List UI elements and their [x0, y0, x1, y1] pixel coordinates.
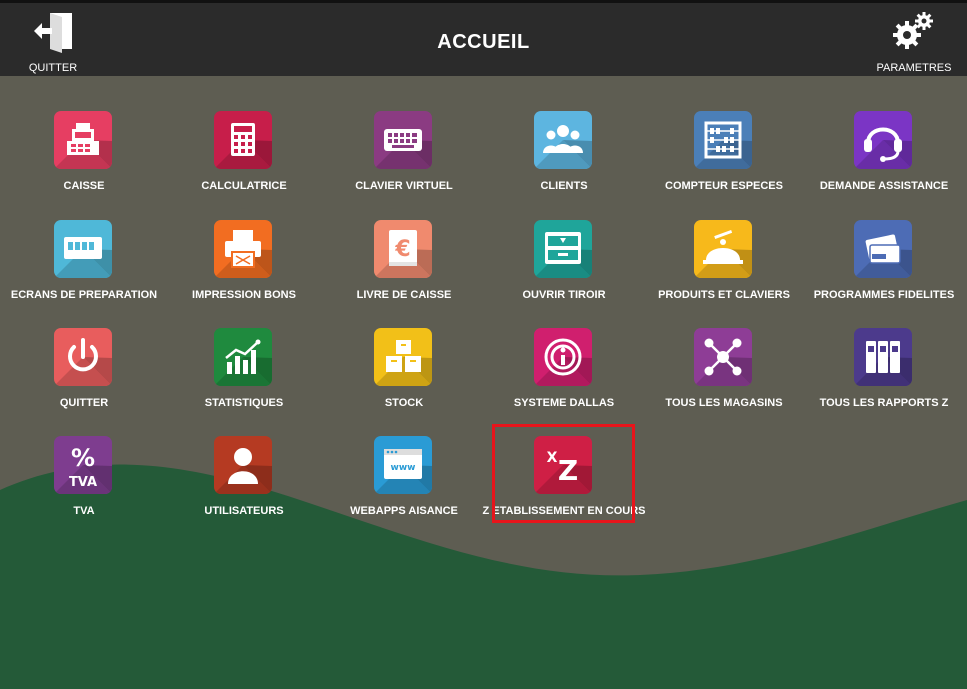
selection-highlight [492, 424, 635, 523]
network-icon [694, 328, 752, 386]
app-tile-programmes-fidelites[interactable]: PROGRAMMES FIDELITES [804, 220, 964, 320]
cash-register-icon [54, 111, 112, 169]
euro-book-icon: € [374, 220, 432, 278]
gears-icon [890, 12, 938, 57]
printer-icon [214, 220, 272, 278]
app-tile-label: CALCULATRICE [201, 180, 287, 192]
app-tile-label: CLIENTS [540, 180, 588, 192]
app-tile-compteur-especes[interactable]: COMPTEUR ESPECES [644, 111, 804, 211]
app-tile-label: PRODUITS ET CLAVIERS [658, 289, 790, 301]
boxes-icon [374, 328, 432, 386]
svg-text:TVA: TVA [69, 475, 97, 490]
cloche-icon [694, 220, 752, 278]
app-tile-caisse[interactable]: CAISSE [4, 111, 164, 211]
app-tile-utilisateurs[interactable]: UTILISATEURS [164, 436, 324, 536]
users-icon [534, 111, 592, 169]
app-tile-label: CLAVIER VIRTUEL [355, 180, 453, 192]
app-tile-produits-et-claviers[interactable]: PRODUITS ET CLAVIERS [644, 220, 804, 320]
app-tile-label: DEMANDE ASSISTANCE [819, 180, 949, 192]
dallas-key-icon [534, 328, 592, 386]
power-icon [54, 328, 112, 386]
app-tile-webapps-aisance[interactable]: www WEBAPPS AISANCE [324, 436, 484, 536]
app-tile-label: QUITTER [59, 397, 109, 409]
settings-label: PARAMETRES [876, 62, 952, 74]
app-tile-label: IMPRESSION BONS [192, 289, 296, 301]
app-tile-demande-assistance[interactable]: DEMANDE ASSISTANCE [804, 111, 964, 211]
app-tile-label: UTILISATEURS [204, 505, 284, 517]
app-tile-impression-bons[interactable]: IMPRESSION BONS [164, 220, 324, 320]
app-tile-label: WEBAPPS AISANCE [350, 505, 458, 517]
app-tile-clients[interactable]: CLIENTS [484, 111, 644, 211]
quit-top-label: QUITTER [28, 62, 78, 74]
app-tile-tous-les-magasins[interactable]: TOUS LES MAGASINS [644, 328, 804, 428]
app-tile-label: TVA [73, 505, 95, 517]
app-tile-stock[interactable]: STOCK [324, 328, 484, 428]
abacus-icon [694, 111, 752, 169]
browser-icon: www [374, 436, 432, 494]
app-tile-label: COMPTEUR ESPECES [665, 180, 783, 192]
loyalty-card-icon [854, 220, 912, 278]
app-tile-systeme-dallas[interactable]: SYSTEME DALLAS [484, 328, 644, 428]
app-tile-ecrans-de-preparation[interactable]: ECRANS DE PREPARATION [4, 220, 164, 320]
page-title: ACCUEIL [437, 31, 530, 53]
app-tile-statistiques[interactable]: STATISTIQUES [164, 328, 324, 428]
app-tile-ouvrir-tiroir[interactable]: OUVRIR TIROIR [484, 220, 644, 320]
user-icon [214, 436, 272, 494]
app-tile-quitter[interactable]: QUITTER [4, 328, 164, 428]
binders-icon [854, 328, 912, 386]
drawer-icon [534, 220, 592, 278]
svg-text:€: € [394, 237, 410, 262]
app-tile-label: TOUS LES MAGASINS [665, 397, 783, 409]
app-tile-label: STOCK [384, 397, 424, 409]
keyboard-icon [374, 111, 432, 169]
app-tile-tva[interactable]: % TVA TVA [4, 436, 164, 536]
app-tile-label: STATISTIQUES [204, 397, 284, 409]
app-tile-label: OUVRIR TIROIR [522, 289, 606, 301]
app-tile-livre-de-caisse[interactable]: € LIVRE DE CAISSE [324, 220, 484, 320]
bar-chart-icon [214, 328, 272, 386]
svg-text:%: % [71, 444, 95, 472]
app-tile-tous-les-rapports-z[interactable]: TOUS LES RAPPORTS Z [804, 328, 964, 428]
app-tile-label: TOUS LES RAPPORTS Z [819, 397, 949, 409]
calculator-icon [214, 111, 272, 169]
percent-icon: % TVA [54, 436, 112, 494]
headset-icon [854, 111, 912, 169]
display-icon [54, 220, 112, 278]
app-tile-calculatrice[interactable]: CALCULATRICE [164, 111, 324, 211]
app-tile-label: SYSTEME DALLAS [513, 397, 615, 409]
svg-text:www: www [391, 463, 416, 473]
app-tile-clavier-virtuel[interactable]: CLAVIER VIRTUEL [324, 111, 484, 211]
app-tile-label: ECRANS DE PREPARATION [10, 289, 158, 301]
app-tile-label: LIVRE DE CAISSE [356, 289, 452, 301]
top-bar: QUITTER ACCUEIL PARAMETRES [0, 0, 967, 76]
app-tile-label: CAISSE [63, 180, 105, 192]
app-tile-label: PROGRAMMES FIDELITES [813, 289, 955, 301]
settings-button[interactable]: PARAMETRES [874, 9, 954, 74]
